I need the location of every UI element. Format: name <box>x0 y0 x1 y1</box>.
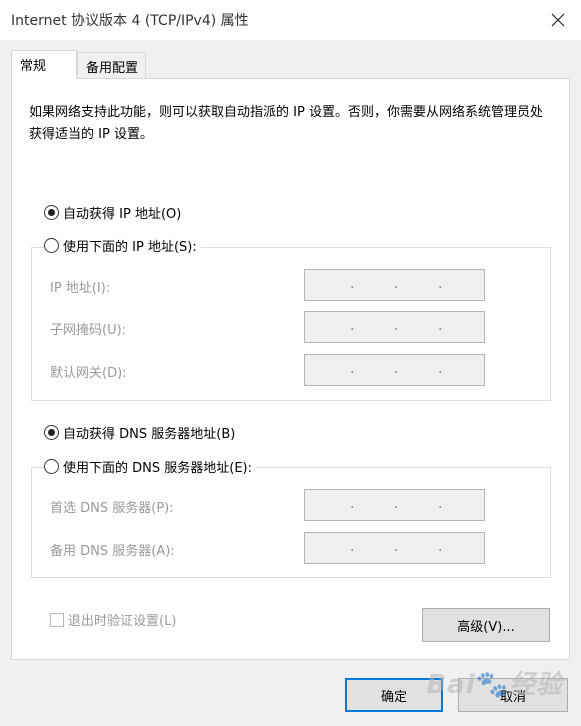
title-bar: Internet 协议版本 4 (TCP/IPv4) 属性 <box>0 0 581 40</box>
auto-dns-radio[interactable]: 自动获得 DNS 服务器地址(B) <box>44 423 240 442</box>
tab-general[interactable]: 常规 <box>11 50 77 79</box>
validate-settings-checkbox: 退出时验证设置(L) <box>50 610 176 629</box>
subnet-mask-input: ... <box>304 311 485 343</box>
auto-ip-radio[interactable]: 自动获得 IP 地址(O) <box>44 203 186 222</box>
alternate-dns-input: ... <box>304 532 485 564</box>
manual-ip-radio[interactable]: 使用下面的 IP 地址(S): <box>44 236 201 255</box>
checkbox-box <box>50 612 64 627</box>
auto-dns-label: 自动获得 DNS 服务器地址(B) <box>63 427 236 442</box>
preferred-dns-input: ... <box>304 489 485 521</box>
window-title: Internet 协议版本 4 (TCP/IPv4) 属性 <box>11 13 249 29</box>
radio-indicator <box>44 459 59 474</box>
manual-ip-label: 使用下面的 IP 地址(S): <box>63 240 197 255</box>
preferred-dns-label: 首选 DNS 服务器(P): <box>50 501 174 516</box>
description-text: 如果网络支持此功能，则可以获取自动指派的 IP 设置。否则，你需要从网络系统管理… <box>29 105 543 142</box>
validate-settings-label: 退出时验证设置(L) <box>68 614 177 629</box>
close-icon <box>551 13 565 27</box>
close-button[interactable] <box>535 0 581 40</box>
tab-alternate-config[interactable]: 备用配置 <box>77 52 146 79</box>
tab-alternate-config-label: 备用配置 <box>86 61 139 76</box>
cancel-button[interactable]: 取消 <box>458 678 568 712</box>
radio-indicator <box>44 238 59 253</box>
radio-indicator <box>44 205 59 220</box>
alternate-dns-label: 备用 DNS 服务器(A): <box>50 544 175 559</box>
auto-ip-label: 自动获得 IP 地址(O) <box>63 207 182 222</box>
manual-dns-radio[interactable]: 使用下面的 DNS 服务器地址(E): <box>44 457 256 476</box>
default-gateway-label: 默认网关(D): <box>50 366 127 381</box>
advanced-button[interactable]: 高级(V)... <box>422 608 550 642</box>
ok-button[interactable]: 确定 <box>345 678 443 712</box>
default-gateway-input: ... <box>304 354 485 386</box>
subnet-mask-label: 子网掩码(U): <box>50 323 127 338</box>
manual-dns-label: 使用下面的 DNS 服务器地址(E): <box>63 461 252 476</box>
radio-indicator <box>44 425 59 440</box>
ip-address-input: ... <box>304 269 485 301</box>
general-tab-panel: 如果网络支持此功能，则可以获取自动指派的 IP 设置。否则，你需要从网络系统管理… <box>11 78 570 660</box>
ip-address-label: IP 地址(I): <box>50 281 111 296</box>
tab-general-label: 常规 <box>20 59 47 74</box>
